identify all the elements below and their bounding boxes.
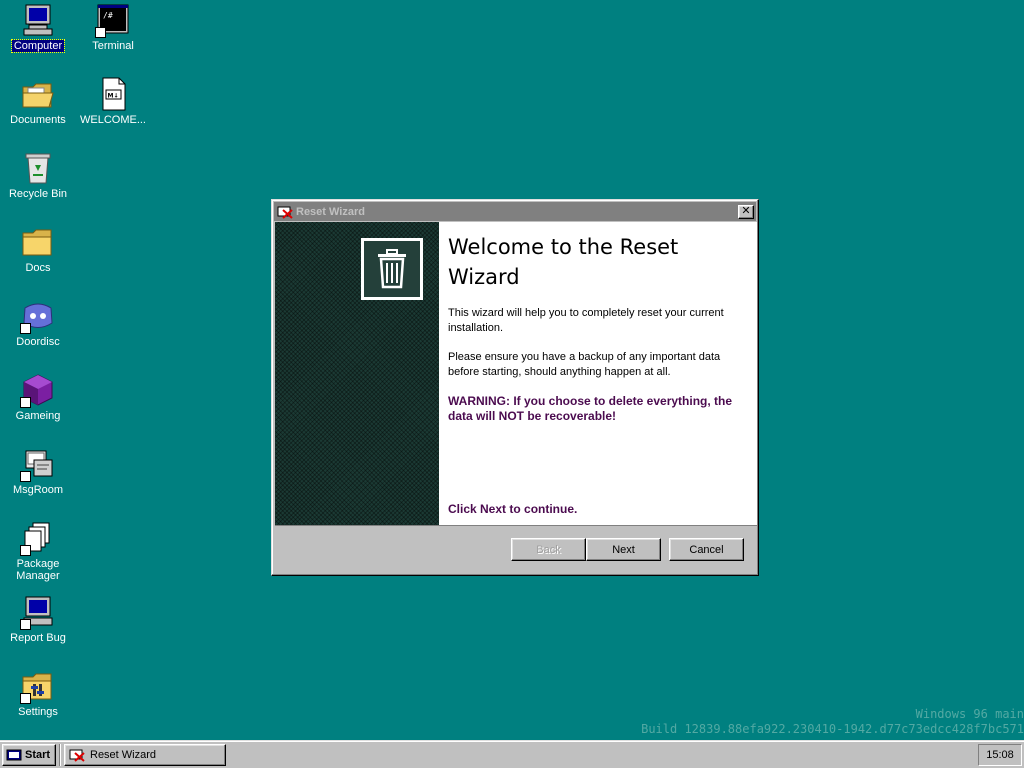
- trash-can-icon: [361, 238, 423, 300]
- start-button[interactable]: Start: [2, 743, 56, 766]
- folder-documents-icon: [21, 77, 55, 111]
- desktop-icon-label: Computer: [10, 39, 66, 53]
- wizard-intro-text: This wizard will help you to completely …: [448, 307, 724, 334]
- clock-text: 15:08: [986, 748, 1014, 761]
- desktop-icon-msgroom[interactable]: MsgRoom: [1, 447, 75, 496]
- wizard-continue-text: Click Next to continue.: [448, 502, 578, 516]
- desktop-icon-label: Terminal: [92, 40, 134, 52]
- desktop-icon-recycle-bin[interactable]: Recycle Bin: [1, 151, 75, 200]
- desktop-icon-docs[interactable]: Docs: [1, 225, 75, 274]
- markdown-file-icon: M↓: [96, 77, 130, 111]
- start-label: Start: [25, 748, 51, 761]
- desktop-icon-label: Doordisc: [16, 336, 60, 348]
- reset-wizard-icon: [277, 205, 293, 219]
- terminal-glyph: /#: [103, 11, 113, 20]
- svg-text:M↓: M↓: [108, 93, 119, 100]
- taskbar-separator: [59, 743, 61, 766]
- wizard-content: Welcome to the Reset Wizard This wizard …: [439, 222, 757, 525]
- taskbar-item-label: Reset Wizard: [90, 748, 157, 761]
- next-button[interactable]: Next: [586, 538, 661, 561]
- watermark-edition: Windows 96 main: [915, 707, 1024, 721]
- computer-icon: [21, 3, 55, 37]
- system-tray-clock[interactable]: 15:08: [978, 743, 1022, 766]
- desktop-icon-label: Settings: [18, 706, 58, 718]
- report-bug-icon: [20, 595, 55, 630]
- package-manager-icon: [20, 521, 55, 556]
- reset-wizard-icon: [69, 748, 85, 762]
- start-logo-icon: [6, 748, 22, 762]
- desktop-icon-label: MsgRoom: [12, 484, 64, 496]
- wizard-backup-text: Please ensure you have a backup of any i…: [448, 351, 721, 378]
- desktop-icon-doordisc[interactable]: Doordisc: [1, 299, 75, 348]
- window-titlebar[interactable]: Reset Wizard ✕: [274, 202, 756, 221]
- desktop-icon-label: Docs: [25, 262, 51, 274]
- close-icon: ✕: [741, 205, 751, 217]
- desktop-icon-welcome[interactable]: M↓ WELCOME...: [76, 77, 150, 126]
- close-button[interactable]: ✕: [738, 204, 754, 219]
- wizard-warning-text: WARNING: If you choose to delete everyth…: [448, 394, 733, 423]
- desktop-icon-label: WELCOME...: [79, 114, 146, 126]
- desktop-icon-label: Recycle Bin: [8, 188, 68, 200]
- msgroom-icon: [20, 447, 55, 482]
- back-button[interactable]: Back: [511, 538, 586, 561]
- wizard-button-row: Back Next Cancel: [511, 538, 744, 561]
- desktop-icon-report-bug[interactable]: Report Bug: [1, 595, 75, 644]
- desktop-icon-label: Gameing: [15, 410, 61, 422]
- recycle-bin-icon: [21, 151, 55, 185]
- taskbar-item-reset-wizard[interactable]: Reset Wizard: [64, 743, 226, 766]
- desktop-icon-gameing[interactable]: Gameing: [1, 373, 75, 422]
- watermark-build: Build 12839.88efa922.230410-1942.d77c73e…: [641, 722, 1024, 736]
- game-cube-icon: [20, 373, 55, 408]
- desktop-icon-label: Documents: [10, 114, 66, 126]
- desktop-icon-documents[interactable]: Documents: [1, 77, 75, 126]
- desktop-icon-label: Package Manager: [16, 558, 60, 582]
- desktop-icon-computer[interactable]: Computer: [1, 3, 75, 53]
- wizard-body: Welcome to the Reset Wizard This wizard …: [275, 222, 757, 526]
- build-watermark: Windows 96 main Build 12839.88efa922.230…: [641, 707, 1024, 737]
- desktop-icon-terminal[interactable]: /# Terminal: [76, 3, 150, 52]
- folder-icon: [21, 225, 55, 259]
- wizard-side-panel: [275, 222, 439, 525]
- desktop-icon-label: Report Bug: [10, 632, 66, 644]
- taskbar: Start Reset Wizard 15:08: [0, 740, 1024, 768]
- wizard-heading: Welcome to the Reset Wizard: [448, 235, 679, 289]
- terminal-icon: /#: [95, 3, 130, 38]
- settings-icon: [20, 669, 55, 704]
- desktop-icon-settings[interactable]: Settings: [1, 669, 75, 718]
- desktop-icon-package-manager[interactable]: Package Manager: [1, 521, 75, 582]
- window-title: Reset Wizard: [296, 205, 365, 218]
- cancel-button[interactable]: Cancel: [669, 538, 744, 561]
- reset-wizard-window[interactable]: Reset Wizard ✕ Welcome to the Reset Wiza…: [271, 199, 759, 576]
- doordisc-icon: [20, 299, 55, 334]
